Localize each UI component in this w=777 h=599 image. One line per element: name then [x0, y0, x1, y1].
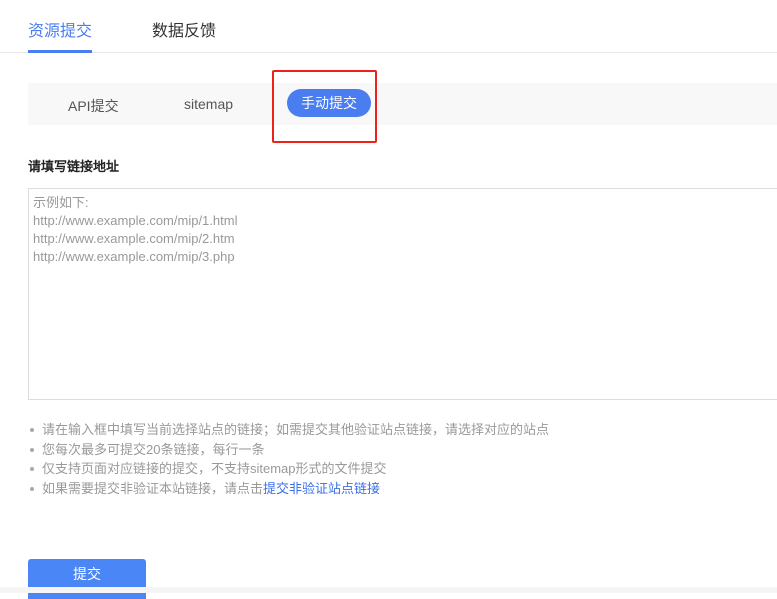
tip-text: 如果需要提交非验证本站链接，请点击 — [42, 480, 264, 496]
main-tabs: 资源提交 数据反馈 — [0, 0, 777, 53]
url-input[interactable] — [28, 188, 777, 400]
tip-item: 请在输入框中填写当前选择站点的链接；如需提交其他验证站点链接，请选择对应的站点 — [28, 420, 549, 440]
subtab-sitemap[interactable]: sitemap — [184, 96, 233, 112]
submit-method-tabs: API提交 sitemap 手动提交 — [28, 83, 777, 125]
tip-item: 仅支持页面对应链接的提交，不支持sitemap形式的文件提交 — [28, 459, 549, 479]
non-verified-link[interactable]: 提交非验证站点链接 — [263, 481, 380, 496]
subtab-api[interactable]: API提交 — [68, 96, 119, 116]
tab-data-feedback[interactable]: 数据反馈 — [152, 17, 216, 41]
tip-item: 如果需要提交非验证本站链接，请点击提交非验证站点链接 — [28, 479, 549, 499]
footer-strip — [0, 587, 777, 593]
url-field-label: 请填写链接地址 — [28, 159, 120, 174]
submit-button[interactable]: 提交 — [28, 559, 146, 599]
tip-item: 您每次最多可提交20条链接，每行一条 — [28, 440, 549, 460]
subtab-manual[interactable]: 手动提交 — [287, 89, 371, 117]
tips-list: 请在输入框中填写当前选择站点的链接；如需提交其他验证站点链接，请选择对应的站点 … — [28, 420, 549, 498]
tab-resource-submit[interactable]: 资源提交 — [28, 17, 93, 53]
